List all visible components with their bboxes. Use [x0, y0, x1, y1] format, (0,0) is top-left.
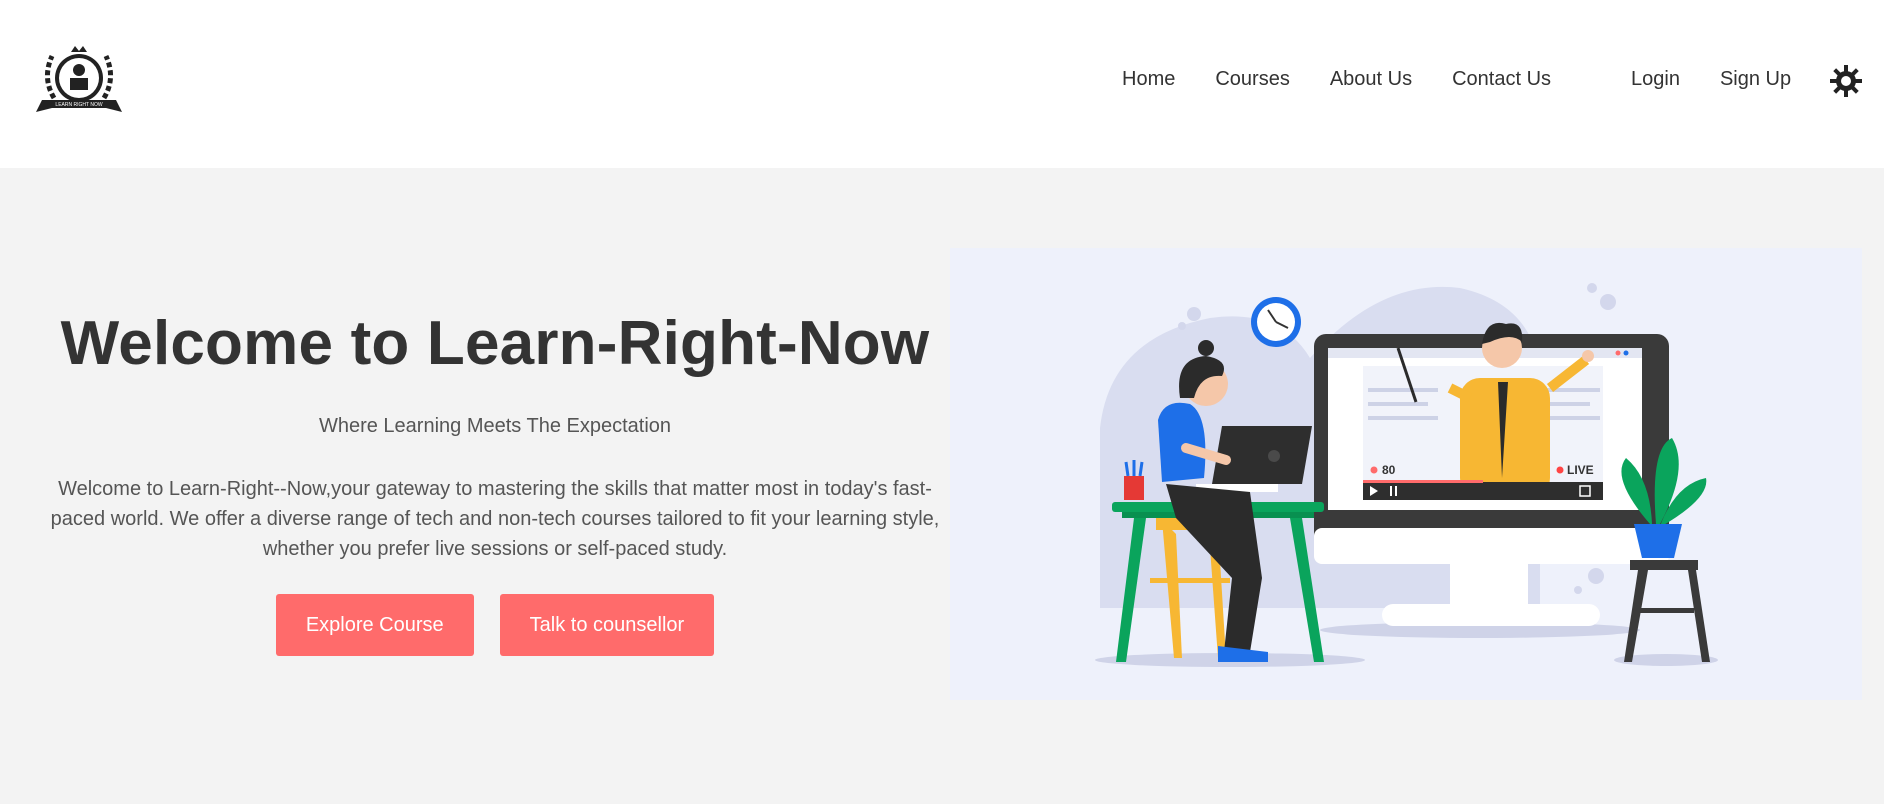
brand-logo[interactable]: LEARN RIGHT NOW: [36, 38, 122, 122]
online-learning-illustration: 80 LIVE: [1095, 283, 1718, 667]
logo-text: LEARN RIGHT NOW: [55, 102, 102, 108]
clock-icon: [1251, 297, 1301, 347]
hero-subtitle: Where Learning Meets The Expectation: [318, 415, 672, 437]
learn-right-now-logo-icon: LEARN RIGHT NOW: [36, 46, 122, 112]
viewer-icon: [1370, 466, 1378, 474]
nav-contact-link[interactable]: Contact Us: [1452, 68, 1551, 91]
hero-description: Welcome to Learn-Right--Now,your gateway…: [50, 478, 940, 560]
sun-icon: [1830, 65, 1862, 97]
hero-illustration: 80 LIVE: [950, 248, 1862, 700]
theme-toggle-button[interactable]: [1829, 64, 1863, 98]
live-badge: LIVE: [1567, 463, 1594, 477]
explore-course-button[interactable]: Explore Course: [275, 594, 474, 656]
auth-nav: Login Sign Up: [1631, 68, 1831, 91]
main-nav: Home Courses About Us Contact Us: [1122, 68, 1591, 91]
hero-section: Welcome to Learn-Right-Now Where Learnin…: [0, 168, 1884, 804]
hero-buttons: Explore Course Talk to counsellor: [40, 594, 950, 656]
nav-home-link[interactable]: Home: [1122, 68, 1175, 91]
viewers-count: 80: [1382, 463, 1396, 477]
talk-to-counsellor-button[interactable]: Talk to counsellor: [499, 594, 715, 656]
nav-courses-link[interactable]: Courses: [1215, 68, 1289, 91]
site-header: LEARN RIGHT NOW Home Courses About Us Co…: [0, 0, 1884, 168]
login-link[interactable]: Login: [1631, 68, 1680, 91]
hero-title: Welcome to Learn-Right-Now: [60, 309, 930, 378]
signup-link[interactable]: Sign Up: [1720, 68, 1791, 91]
nav-about-link[interactable]: About Us: [1330, 68, 1412, 91]
hero-text: Welcome to Learn-Right-Now Where Learnin…: [40, 308, 950, 656]
